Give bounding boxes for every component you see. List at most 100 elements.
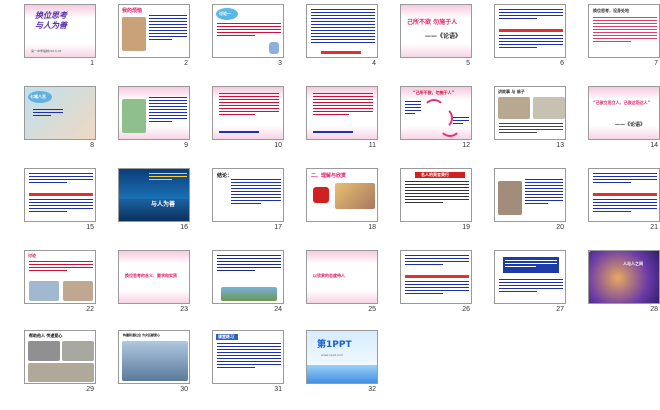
slide-text-lines (525, 179, 563, 206)
slide-thumbnail-15[interactable] (24, 168, 96, 222)
slide-number: 22 (86, 306, 94, 313)
slide-tail-text (313, 131, 353, 133)
slide-text-lines (217, 255, 281, 273)
slide-title: 帮助他人 传递爱心 (29, 333, 63, 338)
slide-bar (593, 193, 657, 196)
slide-title: 讲故事 与 翁子 (498, 89, 525, 94)
slide-number: 24 (274, 306, 282, 313)
slide-thumbnail-23[interactable]: 换位思考的含义、要求和实质 (118, 250, 190, 304)
slide-photo (589, 251, 659, 303)
slide-title: 结论： (217, 173, 233, 179)
slide-title: “己欲立而立人，己欲达而达人” (593, 100, 651, 105)
slide-title: 第1PPT (317, 340, 352, 350)
slide-photo (122, 341, 188, 381)
slide-thumbnail-11[interactable] (306, 86, 378, 140)
slide-photo (28, 341, 60, 361)
slide-bar (499, 29, 563, 32)
slide-thumbnail-31[interactable]: 课堂练习 (212, 330, 284, 384)
slide-number: 12 (462, 142, 470, 149)
slide-thumbnail-10[interactable] (212, 86, 284, 140)
slide-title: “己所不欲，勿施于人” (413, 90, 455, 95)
slide-text-lines (149, 173, 187, 182)
slide-number: 13 (556, 142, 564, 149)
slide-text-lines (593, 173, 657, 185)
slide-title: 换位思考 与人为善 (35, 11, 67, 30)
slide-thumbnail-27[interactable] (494, 250, 566, 304)
slide-photo (498, 97, 530, 119)
slide-text-lines (33, 109, 63, 118)
slide-number: 16 (180, 224, 188, 231)
slide-thumbnail-20[interactable] (494, 168, 566, 222)
slide-thumbnail-14[interactable]: “己欲立而立人，己欲达而达人” ——《论语》 (588, 86, 660, 140)
slide-thumbnail-8[interactable]: 七嘴八舌 (24, 86, 96, 140)
slide-number: 32 (368, 386, 376, 393)
slide-number: 14 (650, 142, 658, 149)
slide-thumbnail-30[interactable]: 构建和谐社会 为灾区献爱心 (118, 330, 190, 384)
slide-footnote (321, 51, 361, 54)
slide-number: 4 (372, 60, 376, 67)
slide-thumbnail-24[interactable] (212, 250, 284, 304)
slide-number: 31 (274, 386, 282, 393)
slide-text-lines (313, 93, 373, 117)
slide-title: 构建和谐社会 为灾区献爱心 (123, 333, 161, 337)
slide-thumbnail-6[interactable] (494, 4, 566, 58)
slide-number: 28 (650, 306, 658, 313)
slide-number: 8 (90, 142, 94, 149)
slide-thumbnail-4[interactable] (306, 4, 378, 58)
slide-number: 27 (556, 306, 564, 313)
slide-photo (122, 99, 146, 133)
slide-title: 讨论 (28, 253, 36, 258)
slide-photo (498, 181, 522, 215)
slide-photo (122, 17, 146, 51)
slide-thumbnail-13[interactable]: 讲故事 与 翁子 (494, 86, 566, 140)
slide-thumbnail-9[interactable] (118, 86, 190, 140)
slide-thumbnail-12[interactable]: “己所不欲，勿施于人” (400, 86, 472, 140)
slide-thumbnail-1[interactable]: 换位思考 与人为善第一中学编制2013.03 (24, 4, 96, 58)
slide-quote-source: ——《论语》 (425, 33, 462, 40)
slide-text-lines (593, 17, 657, 44)
slide-number: 18 (368, 224, 376, 231)
slide-quote-source: ——《论语》 (615, 122, 646, 128)
slide-photo (221, 287, 277, 301)
slide-thumbnail-18[interactable]: 二、理解与欣赏 (306, 168, 378, 222)
slide-thumbnail-7[interactable]: 换位思考，设身处地 (588, 4, 660, 58)
slide-text-lines (499, 279, 563, 294)
slide-title: 人与人之间 (623, 261, 643, 266)
slide-title: 换位思考的含义、要求和实质 (125, 273, 177, 278)
slide-thumbnail-2[interactable]: 我的烦恼 (118, 4, 190, 58)
slide-number: 1 (90, 60, 94, 67)
slide-text-lines (29, 173, 93, 185)
slide-thumbnail-32[interactable]: 第1PPT www.1ppt.com (306, 330, 378, 384)
slide-bar (29, 193, 93, 196)
slide-bar (405, 275, 469, 278)
slide-number: 29 (86, 386, 94, 393)
slide-thumbnail-26[interactable] (400, 250, 472, 304)
slide-text-lines (311, 9, 375, 45)
slide-thumbnail-17[interactable]: 结论： (212, 168, 284, 222)
slide-text-lines (149, 15, 187, 42)
slide-number: 19 (462, 224, 470, 231)
slide-title: 七嘴八舌 (30, 94, 46, 99)
slide-wave-decoration (307, 365, 377, 383)
slide-photo (63, 281, 93, 301)
slide-number: 26 (462, 306, 470, 313)
slide-thumbnail-19[interactable]: 名人的美言美行 (400, 168, 472, 222)
slide-thumbnail-29[interactable]: 帮助他人 传递爱心 (24, 330, 96, 384)
slide-number: 17 (274, 224, 282, 231)
slide-thumbnail-21[interactable] (588, 168, 660, 222)
slide-thumbnail-25[interactable]: 以欣赏的态度待人 (306, 250, 378, 304)
slide-thumbnail-28[interactable]: 人与人之间 (588, 250, 660, 304)
slide-sorter-view: 换位思考 与人为善 第一中学编制2013.03 1 我的烦恼 2 讨论一 3 4 己所不欲 勿施… (0, 0, 660, 410)
slide-photo (62, 341, 94, 361)
slide-number: 6 (560, 60, 564, 67)
slide-text-lines (405, 181, 469, 205)
slide-photo (533, 97, 565, 119)
slide-thumbnail-16[interactable]: 与人为善 (118, 168, 190, 222)
slide-tail-text (219, 131, 259, 133)
slide-thumbnail-5[interactable]: 己所不欲 勿施于人 ——《论语》 (400, 4, 472, 58)
slide-thumbnail-3[interactable]: 讨论一 (212, 4, 284, 58)
slide-title: 我的烦恼 (122, 8, 143, 14)
slide-subtitle: 第一中学编制2013.03 (31, 49, 62, 53)
slide-photo (29, 281, 59, 301)
slide-thumbnail-22[interactable]: 讨论 (24, 250, 96, 304)
